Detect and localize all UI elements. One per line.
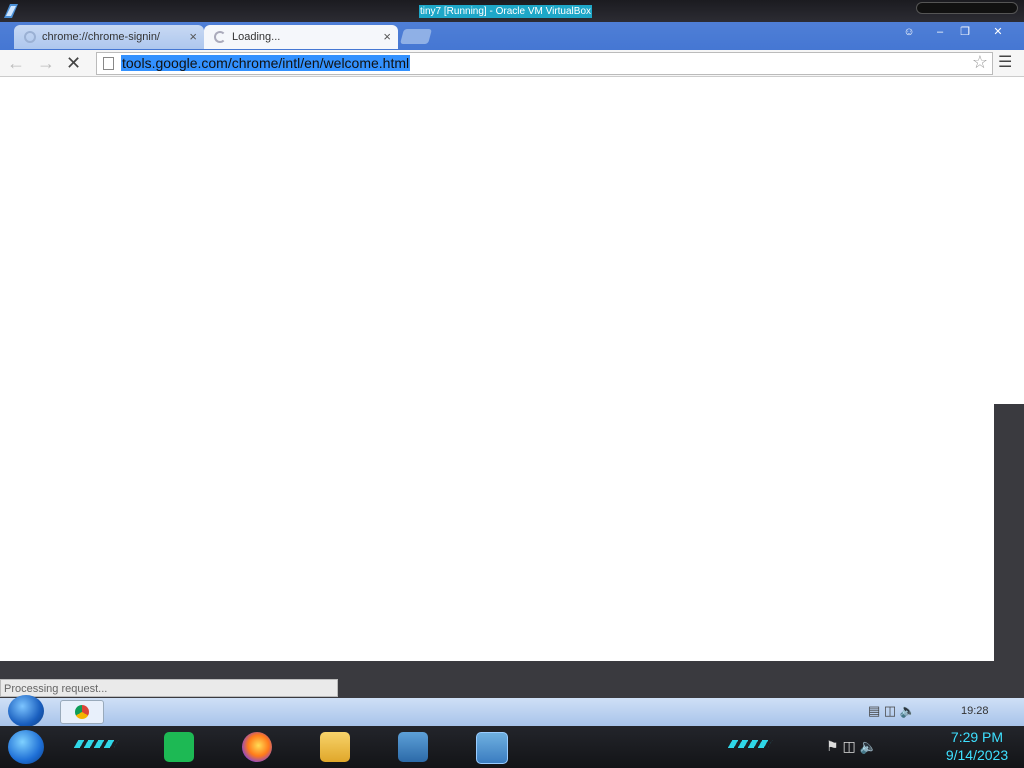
- chrome-icon: [75, 705, 89, 719]
- host-taskbar: ⚑ ◫ 🔈 7:29 PM 9/14/2023: [0, 726, 1024, 768]
- notes-app-icon[interactable]: [164, 732, 194, 762]
- host-time: 7:29 PM: [950, 729, 1004, 745]
- guest-tray-icons[interactable]: ▤ ◫ 🔈: [868, 703, 916, 719]
- tab-loading[interactable]: Loading... ×: [204, 25, 398, 49]
- forward-icon[interactable]: →: [37, 52, 55, 74]
- taskbar-decoration: [73, 740, 119, 748]
- windows-start-icon[interactable]: [8, 730, 44, 764]
- vbox-window-title: tiny7 [Running] - Oracle VM VirtualBox: [419, 5, 593, 18]
- restore-icon[interactable]: ❐: [955, 24, 975, 40]
- minimize-icon[interactable]: –: [930, 24, 950, 40]
- chrome-toolbar: ← → ✕ tools.google.com/chrome/intl/en/we…: [0, 50, 1024, 77]
- guest-clock[interactable]: 19:28: [961, 705, 989, 717]
- host-date: 9/14/2023: [945, 747, 1009, 763]
- tab-title: Loading...: [232, 31, 281, 43]
- vm-window-icon[interactable]: [476, 732, 508, 764]
- tab-close-icon[interactable]: ×: [189, 29, 197, 44]
- virtualbox-icon[interactable]: [2, 2, 20, 20]
- stop-icon[interactable]: ✕: [66, 52, 81, 74]
- tab-title: chrome://chrome-signin/: [42, 31, 160, 43]
- page-content: [0, 77, 994, 661]
- host-clock[interactable]: 7:29 PM 9/14/2023: [934, 728, 1020, 764]
- desktop-background: [994, 404, 1024, 661]
- page-right-strip: [994, 77, 1024, 404]
- firefox-icon[interactable]: [242, 732, 272, 762]
- file-explorer-icon[interactable]: [320, 732, 350, 762]
- menu-icon[interactable]: ☰: [998, 52, 1012, 72]
- tab-chrome-signin[interactable]: chrome://chrome-signin/ ×: [14, 25, 204, 49]
- taskbar-decoration: [727, 740, 773, 748]
- close-window-icon[interactable]: ✕: [980, 24, 1016, 40]
- page-icon: [103, 57, 114, 70]
- virtualbox-app-icon[interactable]: [398, 732, 428, 762]
- status-bubble: Processing request...: [0, 679, 338, 697]
- omnibox[interactable]: tools.google.com/chrome/intl/en/welcome.…: [96, 52, 993, 75]
- vbox-titlebar: tiny7 [Running] - Oracle VM VirtualBox: [0, 0, 1024, 22]
- vbox-title-decoration: [916, 2, 1018, 14]
- windows-start-icon[interactable]: [8, 695, 44, 727]
- profile-icon[interactable]: ☺: [899, 24, 919, 40]
- loading-spinner-icon: [214, 31, 226, 43]
- guest-taskbar: ▤ ◫ 🔈 19:28: [0, 695, 1024, 727]
- omnibox-url[interactable]: tools.google.com/chrome/intl/en/welcome.…: [121, 55, 411, 71]
- taskbar-chrome-button[interactable]: [60, 700, 104, 724]
- back-icon[interactable]: ←: [7, 52, 25, 74]
- tab-favicon-icon: [24, 31, 36, 43]
- new-tab-icon[interactable]: [399, 29, 433, 44]
- host-tray-icons[interactable]: ⚑ ◫ 🔈: [826, 738, 877, 755]
- tab-close-icon[interactable]: ×: [383, 29, 391, 44]
- star-icon[interactable]: ☆: [972, 52, 988, 73]
